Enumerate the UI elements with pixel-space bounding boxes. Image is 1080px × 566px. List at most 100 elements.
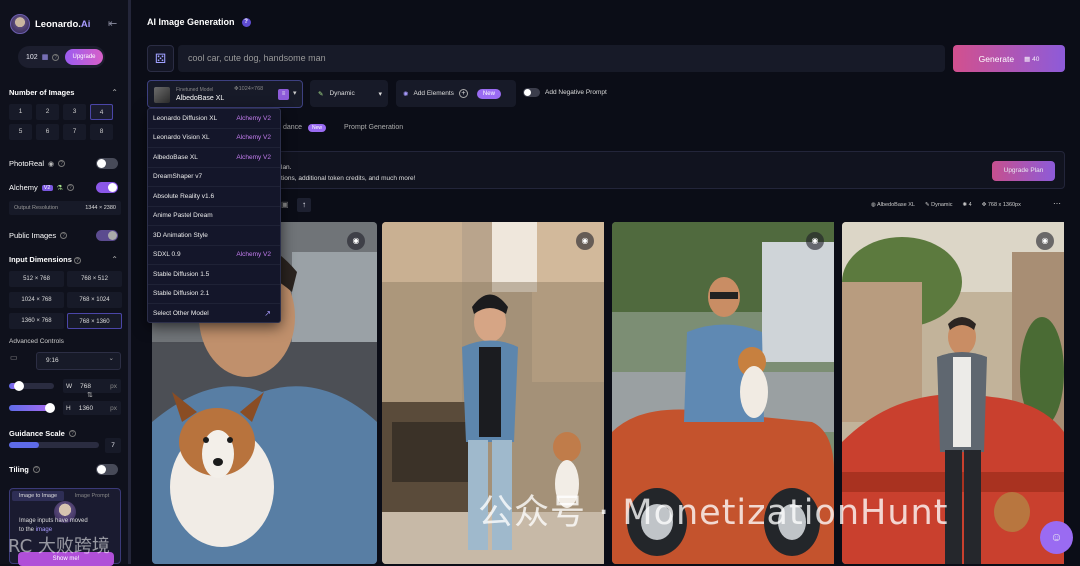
- width-label: W: [66, 382, 73, 390]
- image-count-option[interactable]: 3: [63, 104, 86, 120]
- image-count-option[interactable]: 1: [9, 104, 32, 120]
- brand[interactable]: Leonardo.Ai: [10, 14, 90, 34]
- tiling-toggle[interactable]: [96, 464, 118, 475]
- model-option[interactable]: Stable Diffusion 1.5: [148, 265, 280, 285]
- model-option[interactable]: Leonardo Vision XL Alchemy V2: [148, 129, 280, 148]
- public-images-toggle[interactable]: [96, 230, 118, 241]
- negative-prompt-toggle-row[interactable]: Add Negative Prompt: [523, 88, 607, 97]
- tab-prompt-generation[interactable]: Prompt Generation: [344, 124, 403, 131]
- public-images-row: Public Images ?: [9, 231, 68, 240]
- image-count-option[interactable]: 5: [9, 124, 32, 140]
- guidance-scale-slider[interactable]: [9, 442, 99, 448]
- dimension-option[interactable]: 768 × 512: [67, 271, 122, 287]
- generate-label: Generate: [978, 53, 1015, 64]
- meta-model: ◍ AlbedoBase XL: [871, 202, 915, 208]
- chevron-up-icon[interactable]: ⌃: [111, 255, 118, 264]
- image-count-option-selected[interactable]: 4: [90, 104, 113, 120]
- random-prompt-dice-icon[interactable]: ⚄: [147, 45, 174, 72]
- prompt-input[interactable]: cool car, cute dog, handsome man: [178, 45, 945, 72]
- dimension-option[interactable]: 512 × 768: [9, 271, 64, 287]
- height-field[interactable]: H 1360 px: [63, 401, 121, 415]
- slider-knob[interactable]: [14, 381, 24, 391]
- model-option[interactable]: SDXL 0.9 Alchemy V2: [148, 246, 280, 265]
- brand-name: Leonardo.: [35, 18, 81, 30]
- model-selector[interactable]: Finetuned Model ✥1024×768 AlbedoBase XL …: [147, 80, 303, 108]
- eye-icon[interactable]: ◉: [576, 232, 594, 250]
- number-of-images-title: Number of Images: [9, 88, 75, 97]
- model-option[interactable]: Anime Pastel Dream: [148, 207, 280, 226]
- token-balance: 102 ▦ ? Upgrade: [18, 46, 105, 68]
- new-badge: New: [308, 124, 327, 132]
- upgrade-button[interactable]: Upgrade: [65, 49, 103, 65]
- negative-prompt-label: Add Negative Prompt: [545, 89, 607, 96]
- model-option[interactable]: DreamShaper v7: [148, 168, 280, 187]
- model-info-icon[interactable]: ≡: [278, 89, 289, 100]
- width-slider[interactable]: [9, 381, 54, 391]
- collapse-sidebar-icon[interactable]: ⇤: [108, 17, 117, 30]
- token-count: 102: [26, 53, 38, 61]
- chat-support-icon[interactable]: ☺: [1040, 521, 1073, 554]
- watermark: 公众号 · MonetizationHunt: [478, 493, 949, 533]
- eye-icon[interactable]: ◉: [347, 232, 365, 250]
- help-icon[interactable]: ?: [32, 466, 40, 473]
- eye-icon[interactable]: ◉: [1036, 232, 1054, 250]
- alchemy-toggle[interactable]: [96, 182, 118, 193]
- model-option[interactable]: Leonardo Diffusion XL Alchemy V2: [148, 109, 280, 129]
- model-option[interactable]: Stable Diffusion 2.1: [148, 285, 280, 304]
- upgrade-banner-text: lan. tions, additional token credits, an…: [281, 164, 416, 182]
- tab-guidance[interactable]: dance New: [283, 124, 327, 132]
- alchemy-label: Alchemy: [9, 183, 38, 192]
- help-icon[interactable]: ?: [66, 184, 74, 191]
- generate-button[interactable]: Generate ▦ 40: [953, 45, 1065, 72]
- help-icon[interactable]: ?: [68, 430, 76, 437]
- guidance-scale-value[interactable]: 7: [105, 438, 121, 453]
- height-slider[interactable]: [9, 403, 55, 413]
- help-icon[interactable]: ?: [58, 160, 66, 167]
- watermark-corner: RC 大败跨境: [8, 536, 110, 557]
- help-icon[interactable]: ?: [60, 232, 68, 239]
- brand-accent: Ai: [80, 18, 91, 30]
- dimension-option[interactable]: 1360 × 768: [9, 313, 64, 329]
- generation-meta: ◍ AlbedoBase XL ✎ Dynamic ✺ 4 ✥ 768 x 13…: [871, 202, 1021, 208]
- model-option[interactable]: AlbedoBase XL Alchemy V2: [148, 148, 280, 168]
- dimension-option[interactable]: 1024 × 768: [9, 292, 64, 308]
- tiling-label: Tiling: [9, 465, 29, 474]
- brush-icon: ✎: [318, 90, 324, 98]
- camera-icon: ◉: [48, 160, 55, 168]
- generate-cost: ▦ 40: [1024, 55, 1040, 63]
- image-count-option[interactable]: 6: [36, 124, 59, 140]
- photoreal-label: PhotoReal: [9, 159, 45, 168]
- caret-down-icon[interactable]: ▾: [293, 89, 297, 97]
- tab-image-prompt[interactable]: Image Prompt: [66, 491, 118, 501]
- image-count-option[interactable]: 2: [36, 104, 59, 120]
- page-title: AI Image Generation ?: [147, 17, 251, 27]
- new-badge: New: [476, 88, 501, 99]
- eye-icon[interactable]: ◉: [806, 232, 824, 250]
- copy-icon[interactable]: ▣: [281, 200, 289, 209]
- help-icon[interactable]: ?: [52, 53, 60, 61]
- advanced-controls-label[interactable]: Advanced Controls: [9, 338, 64, 345]
- help-icon[interactable]: ?: [241, 17, 251, 27]
- image-count-option[interactable]: 8: [90, 124, 113, 140]
- negative-prompt-toggle[interactable]: [523, 88, 540, 97]
- aspect-ratio-select[interactable]: 9:16: [36, 351, 121, 370]
- model-option[interactable]: Absolute Reality v1.6: [148, 187, 280, 207]
- arrow-up-icon[interactable]: ↑: [297, 198, 311, 212]
- dimension-option[interactable]: 768 × 1024: [67, 292, 122, 308]
- meta-size: ✥ 768 x 1360px: [981, 202, 1021, 208]
- dimension-option-selected[interactable]: 768 × 1360: [67, 313, 122, 329]
- tab-image-to-image[interactable]: Image to Image: [12, 491, 64, 501]
- more-options-icon[interactable]: ⋯: [1053, 199, 1061, 208]
- help-icon[interactable]: ?: [74, 257, 82, 264]
- swap-dimensions-icon[interactable]: ⇅: [87, 391, 93, 399]
- slider-knob[interactable]: [45, 403, 55, 413]
- model-option[interactable]: 3D Animation Style: [148, 226, 280, 246]
- chevron-up-icon[interactable]: ⌃: [111, 88, 118, 97]
- upgrade-plan-button[interactable]: Upgrade Plan: [992, 161, 1055, 181]
- image-count-option[interactable]: 7: [63, 124, 86, 140]
- style-selector[interactable]: ✎ Dynamic ▾: [310, 80, 388, 107]
- select-other-model[interactable]: Select Other Model ↗: [148, 304, 280, 324]
- photoreal-toggle[interactable]: [96, 158, 118, 169]
- sidebar: Leonardo.Ai ⇤ 102 ▦ ? Upgrade Number of …: [0, 0, 131, 566]
- add-elements-button[interactable]: ✺ Add Elements + New: [396, 80, 516, 107]
